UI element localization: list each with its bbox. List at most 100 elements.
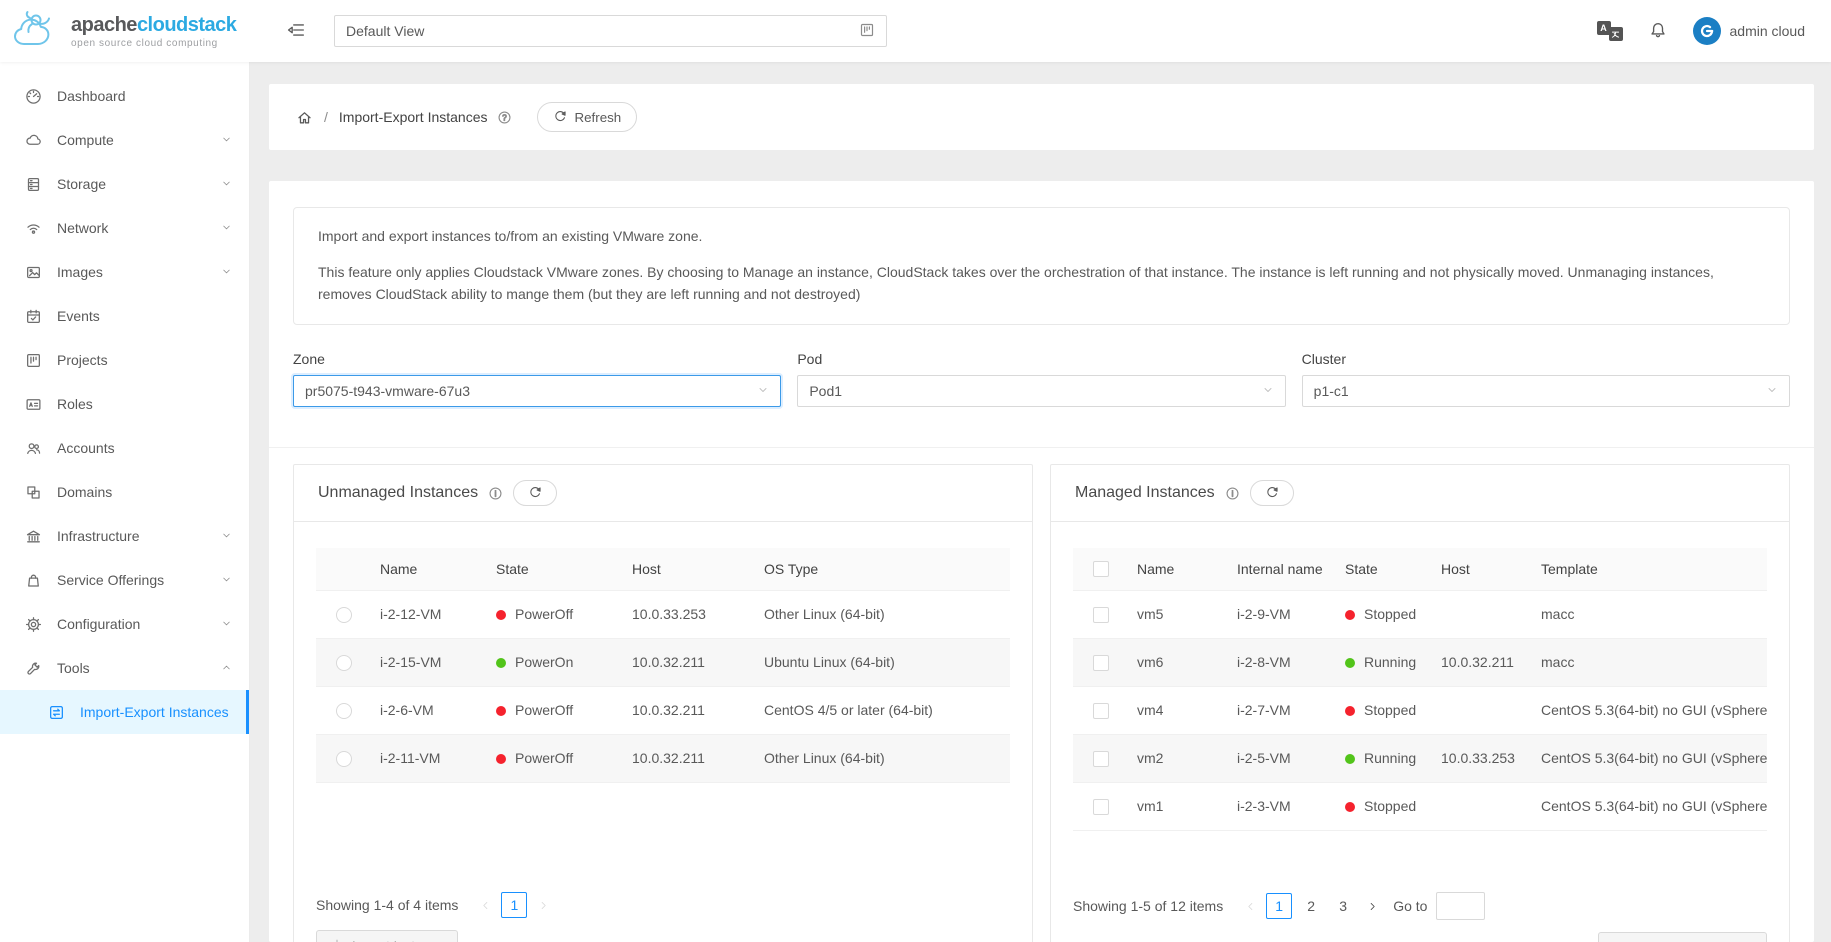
view-select[interactable]: Default View bbox=[334, 15, 887, 47]
table-row[interactable]: vm4 i-2-7-VM Stopped CentOS 5.3(64-bit) … bbox=[1073, 686, 1767, 734]
cell-os-type: Other Linux (64-bit) bbox=[756, 734, 1010, 782]
sidebar-item-images[interactable]: Images bbox=[0, 250, 249, 294]
sidebar-item-storage[interactable]: Storage bbox=[0, 162, 249, 206]
sidebar-item-domains[interactable]: Domains bbox=[0, 470, 249, 514]
main-content: / Import-Export Instances Refresh Import… bbox=[250, 62, 1831, 942]
sidebar-item-tools[interactable]: Tools bbox=[0, 646, 249, 690]
sidebar-item-configuration[interactable]: Configuration bbox=[0, 602, 249, 646]
page-number[interactable]: 1 bbox=[1266, 893, 1292, 919]
cell-template: CentOS 5.3(64-bit) no GUI (vSphere) bbox=[1533, 782, 1767, 830]
row-radio[interactable] bbox=[336, 751, 352, 767]
sidebar-item-label: Import-Export Instances bbox=[80, 704, 232, 720]
status-dot bbox=[496, 706, 506, 716]
refresh-button[interactable]: Refresh bbox=[537, 102, 638, 132]
table-row[interactable]: vm5 i-2-9-VM Stopped macc bbox=[1073, 590, 1767, 638]
select-all-checkbox[interactable] bbox=[1093, 561, 1109, 577]
sidebar-item-label: Compute bbox=[57, 132, 206, 148]
cell-state: Running bbox=[1337, 638, 1433, 686]
chevron-right-icon bbox=[1367, 901, 1378, 912]
row-radio[interactable] bbox=[336, 655, 352, 671]
sidebar-item-import-export-instances[interactable]: Import-Export Instances bbox=[0, 690, 249, 734]
sidebar-item-roles[interactable]: Roles bbox=[0, 382, 249, 426]
unmanaged-refresh-button[interactable] bbox=[513, 480, 557, 506]
pod-select-value: Pod1 bbox=[809, 383, 842, 399]
sidebar-nav: Dashboard Compute Storage Network Images… bbox=[0, 62, 250, 942]
idcard-icon bbox=[25, 396, 42, 413]
cell-state: PowerOff bbox=[488, 590, 624, 638]
next-page-button[interactable] bbox=[1359, 893, 1385, 919]
cell-host: 10.0.32.211 bbox=[624, 686, 756, 734]
cell-name: vm1 bbox=[1129, 782, 1229, 830]
managed-panel-title: Managed Instances bbox=[1075, 484, 1215, 502]
page-number[interactable]: 3 bbox=[1330, 893, 1356, 919]
goto-page-input[interactable] bbox=[1436, 892, 1485, 920]
info-circle-icon[interactable] bbox=[1225, 486, 1240, 501]
prev-page-button[interactable] bbox=[1237, 893, 1263, 919]
breadcrumb-home[interactable] bbox=[296, 109, 313, 126]
chevron-left-icon bbox=[1245, 901, 1256, 912]
sidebar-item-compute[interactable]: Compute bbox=[0, 118, 249, 162]
table-row[interactable]: vm1 i-2-3-VM Stopped CentOS 5.3(64-bit) … bbox=[1073, 782, 1767, 830]
sidebar-item-infrastructure[interactable]: Infrastructure bbox=[0, 514, 249, 558]
brand-cloudstack: cloudstack bbox=[137, 14, 236, 36]
row-radio[interactable] bbox=[336, 703, 352, 719]
project-icon[interactable] bbox=[859, 22, 875, 41]
table-row[interactable]: i-2-12-VM PowerOff 10.0.33.253 Other Lin… bbox=[316, 590, 1010, 638]
unmanaged-actions: Import Instance bbox=[316, 930, 1010, 942]
chevron-down-icon bbox=[221, 176, 232, 192]
wrench-icon bbox=[25, 660, 42, 677]
page-number[interactable]: 1 bbox=[501, 892, 527, 918]
sidebar-item-events[interactable]: Events bbox=[0, 294, 249, 338]
sidebar-item-label: Roles bbox=[57, 396, 232, 412]
app-logo[interactable]: apachecloudstack open source cloud compu… bbox=[0, 10, 250, 52]
row-checkbox[interactable] bbox=[1093, 799, 1109, 815]
table-row[interactable]: i-2-15-VM PowerOn 10.0.32.211 Ubuntu Lin… bbox=[316, 638, 1010, 686]
row-checkbox[interactable] bbox=[1093, 751, 1109, 767]
row-checkbox[interactable] bbox=[1093, 607, 1109, 623]
cluster-label: Cluster bbox=[1302, 351, 1790, 367]
col-host: Host bbox=[624, 548, 756, 590]
pagination-summary: Showing 1-4 of 4 items bbox=[316, 897, 458, 913]
prev-page-button[interactable] bbox=[472, 892, 498, 918]
row-checkbox[interactable] bbox=[1093, 703, 1109, 719]
table-row[interactable]: i-2-6-VM PowerOff 10.0.32.211 CentOS 4/5… bbox=[316, 686, 1010, 734]
sidebar-collapse-button[interactable] bbox=[287, 21, 305, 42]
cell-os-type: Ubuntu Linux (64-bit) bbox=[756, 638, 1010, 686]
notifications-button[interactable] bbox=[1649, 21, 1667, 42]
sidebar-item-projects[interactable]: Projects bbox=[0, 338, 249, 382]
col-state: State bbox=[1337, 548, 1433, 590]
cluster-select[interactable]: p1-c1 bbox=[1302, 375, 1790, 407]
help-button[interactable] bbox=[497, 110, 512, 125]
chevron-right-icon bbox=[538, 900, 549, 911]
page-number[interactable]: 2 bbox=[1298, 893, 1324, 919]
status-dot bbox=[496, 754, 506, 764]
sidebar-item-dashboard[interactable]: Dashboard bbox=[0, 74, 249, 118]
cell-name: i-2-15-VM bbox=[372, 638, 488, 686]
row-radio[interactable] bbox=[336, 607, 352, 623]
managed-refresh-button[interactable] bbox=[1250, 480, 1294, 506]
reload-icon bbox=[528, 486, 542, 500]
sidebar-item-label: Accounts bbox=[57, 440, 232, 456]
pod-select[interactable]: Pod1 bbox=[797, 375, 1285, 407]
import-instance-button[interactable]: Import Instance bbox=[316, 930, 458, 942]
chevron-down-icon bbox=[757, 383, 769, 399]
table-header-row: Name Internal name State Host Template bbox=[1073, 548, 1767, 590]
table-row[interactable]: i-2-11-VM PowerOff 10.0.32.211 Other Lin… bbox=[316, 734, 1010, 782]
user-menu[interactable]: admin cloud bbox=[1693, 17, 1806, 45]
unmanage-instance-button[interactable]: Unmanage Instance bbox=[1598, 932, 1767, 942]
sidebar-item-network[interactable]: Network bbox=[0, 206, 249, 250]
row-checkbox[interactable] bbox=[1093, 655, 1109, 671]
cell-name: vm5 bbox=[1129, 590, 1229, 638]
cloud-icon bbox=[25, 132, 42, 149]
chevron-left-icon bbox=[480, 900, 491, 911]
table-row[interactable]: vm6 i-2-8-VM Running 10.0.32.211 macc bbox=[1073, 638, 1767, 686]
table-row[interactable]: vm2 i-2-5-VM Running 10.0.33.253 CentOS … bbox=[1073, 734, 1767, 782]
next-page-button[interactable] bbox=[530, 892, 556, 918]
sidebar-item-service-offerings[interactable]: Service Offerings bbox=[0, 558, 249, 602]
gear-icon bbox=[25, 616, 42, 633]
question-circle-icon bbox=[497, 110, 512, 125]
info-circle-icon[interactable] bbox=[488, 486, 503, 501]
language-button[interactable]: A bbox=[1597, 21, 1623, 41]
sidebar-item-accounts[interactable]: Accounts bbox=[0, 426, 249, 470]
zone-select[interactable]: pr5075-t943-vmware-67u3 bbox=[293, 375, 781, 407]
